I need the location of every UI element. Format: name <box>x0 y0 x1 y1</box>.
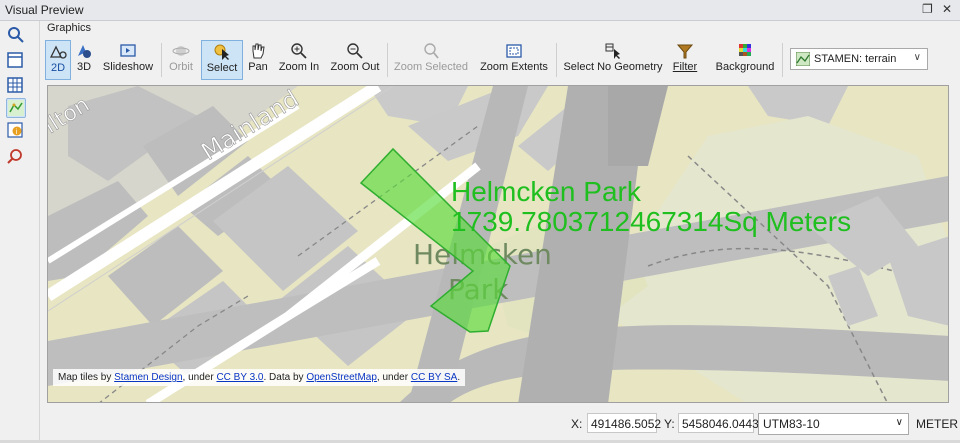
zoom-extents-icon <box>506 44 522 58</box>
background-grid-icon <box>739 44 751 56</box>
map-view-icon[interactable] <box>6 98 26 118</box>
units-label: METER <box>916 417 958 431</box>
select-cursor-icon <box>214 44 229 60</box>
status-bar: X: 491486.5052 Y: 5458046.0443 UTM83-10 … <box>40 408 960 438</box>
svg-text:i: i <box>16 128 18 136</box>
zoom-extents-button[interactable]: Zoom Extents <box>478 40 550 80</box>
basemap-dropdown[interactable]: STAMEN: terrain ∨ <box>790 48 928 70</box>
separator <box>387 43 388 77</box>
3d-button[interactable]: 3D <box>73 40 95 80</box>
separator <box>556 43 557 77</box>
slideshow-button[interactable]: Slideshow <box>100 40 156 80</box>
map-canvas[interactable]: Mainland ilton Helmcken Park Helmcken Pa… <box>47 85 949 403</box>
feature-info-icon[interactable]: i <box>6 121 24 139</box>
osm-link[interactable]: OpenStreetMap <box>306 372 377 383</box>
zoom-selected-icon <box>424 43 439 59</box>
2d-icon <box>49 45 67 59</box>
orbit-button[interactable]: Orbit <box>166 40 196 80</box>
restore-icon[interactable]: ❐ <box>922 2 933 16</box>
filter-icon <box>676 44 694 59</box>
window-title: Visual Preview <box>5 3 84 17</box>
zoom-out-icon <box>347 43 363 59</box>
background-button[interactable]: Background <box>714 40 776 80</box>
graphics-toolbar: Graphics 2D 3D Slideshow Orbit Select Pa… <box>40 21 960 83</box>
x-coordinate-field: 491486.5052 <box>587 413 661 433</box>
cc-by-sa-link[interactable]: CC BY SA <box>411 372 458 383</box>
orbit-icon <box>172 46 190 56</box>
select-no-geometry-button[interactable]: Select No Geometry <box>563 40 663 80</box>
separator <box>782 43 783 77</box>
zoom-selected-button[interactable]: Zoom Selected <box>394 40 468 80</box>
chevron-down-icon: ∨ <box>913 52 921 63</box>
cc-by-link[interactable]: CC BY 3.0 <box>216 372 263 383</box>
side-toolbar: i <box>0 21 40 443</box>
basemap-tiles: Mainland ilton Helmcken Park <box>48 86 948 402</box>
basemap-icon <box>796 52 810 66</box>
y-label: Y: <box>664 417 675 431</box>
filter-button[interactable]: Filter <box>668 40 702 80</box>
map-attribution: Map tiles by Stamen Design, under CC BY … <box>53 369 466 386</box>
title-bar: Visual Preview ❐ ✕ <box>0 0 960 21</box>
close-icon[interactable]: ✕ <box>942 2 952 16</box>
zoom-in-icon <box>291 43 307 59</box>
zoom-in-button[interactable]: Zoom In <box>276 40 322 80</box>
x-label: X: <box>571 417 583 431</box>
2d-button[interactable]: 2D <box>45 40 71 80</box>
select-button[interactable]: Select <box>201 40 243 80</box>
inspector-icon[interactable] <box>6 147 24 165</box>
stamen-link[interactable]: Stamen Design <box>114 372 182 383</box>
y-coordinate-field: 5458046.0443 <box>678 413 759 433</box>
group-label: Graphics <box>47 22 92 34</box>
table-icon[interactable] <box>6 76 24 94</box>
inspect-icon[interactable] <box>6 25 24 43</box>
hand-icon <box>252 43 265 59</box>
window-icon[interactable] <box>6 51 24 69</box>
chevron-down-icon: ∨ <box>895 417 903 428</box>
feature-name-label: Helmcken Park <box>451 176 641 207</box>
3d-icon <box>78 45 91 58</box>
separator <box>161 43 162 77</box>
coordinate-system-dropdown[interactable]: UTM83-10 ∨ <box>758 413 909 435</box>
select-no-geometry-icon <box>605 43 620 59</box>
feature-area-label: 1739.7803712467314Sq Meters <box>451 206 852 237</box>
zoom-out-button[interactable]: Zoom Out <box>328 40 382 80</box>
slideshow-icon <box>120 44 136 57</box>
pan-button[interactable]: Pan <box>245 40 271 80</box>
